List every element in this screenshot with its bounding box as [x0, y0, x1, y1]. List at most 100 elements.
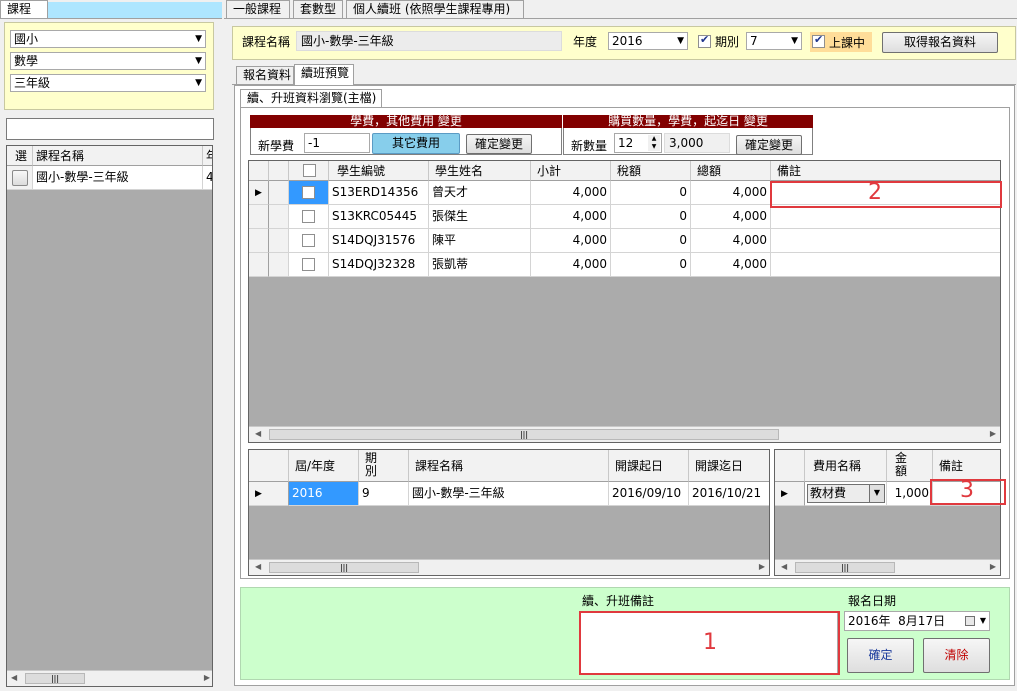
row-blank-cell: [269, 229, 289, 253]
qty-amount-field: 3,000: [664, 133, 730, 153]
tab-course[interactable]: 課程: [0, 0, 48, 18]
tab-section-browse[interactable]: 續、升班資料瀏覽(主檔): [240, 89, 382, 107]
filter-grade-select[interactable]: 三年級 ▼: [10, 74, 206, 92]
scroll-left-icon[interactable]: ◀: [11, 673, 17, 682]
calendar-icon[interactable]: [965, 616, 975, 626]
scroll-right-icon[interactable]: ▶: [759, 562, 765, 571]
row-checkbox[interactable]: [302, 186, 315, 199]
cell-note[interactable]: [771, 205, 1000, 229]
left-grid-hscrollbar[interactable]: ◀ ||| ▶: [7, 670, 212, 686]
cell-note[interactable]: [771, 253, 1000, 277]
row-checkbox[interactable]: [302, 234, 315, 247]
filter-subject-select[interactable]: 數學 ▼: [10, 52, 206, 70]
left-row-extra[interactable]: 4: [203, 166, 212, 190]
cell-period-start[interactable]: 2016/09/10: [609, 482, 689, 506]
current-row-indicator-icon: ▶: [775, 482, 805, 506]
scroll-thumb[interactable]: |||: [269, 562, 419, 573]
scroll-left-icon[interactable]: ◀: [255, 429, 261, 438]
enroll-date-picker[interactable]: 2016年 8月17日 ▼: [844, 611, 990, 631]
cell-subtotal[interactable]: 4,000: [531, 181, 611, 205]
row-select-button[interactable]: [12, 170, 28, 186]
fee-grid-hscrollbar[interactable]: ◀ ||| ▶: [775, 559, 1000, 575]
scroll-thumb[interactable]: |||: [269, 429, 779, 440]
row-checkbox-cell[interactable]: [289, 229, 329, 253]
cell-tax[interactable]: 0: [611, 181, 691, 205]
student-grid-hscrollbar[interactable]: ◀ ||| ▶: [249, 426, 1000, 442]
row-checkbox[interactable]: [302, 258, 315, 271]
row-checkbox[interactable]: [302, 210, 315, 223]
cell-period-period[interactable]: 9: [359, 482, 409, 506]
cell-tax[interactable]: 0: [611, 229, 691, 253]
course-name-label: 課程名稱: [242, 35, 291, 49]
tab-general-course[interactable]: 一般課程: [226, 0, 290, 18]
cell-total[interactable]: 4,000: [691, 229, 771, 253]
cell-period-year[interactable]: 2016: [289, 482, 359, 506]
cell-note[interactable]: [771, 229, 1000, 253]
cell-tax[interactable]: 0: [611, 253, 691, 277]
scroll-left-icon[interactable]: ◀: [781, 562, 787, 571]
clear-button[interactable]: 清除: [923, 638, 990, 673]
cell-student-id[interactable]: S14DQJ31576: [329, 229, 429, 253]
row-checkbox-cell[interactable]: [289, 181, 329, 205]
period-header-period: 期別: [359, 450, 409, 482]
row-checkbox-cell[interactable]: [289, 253, 329, 277]
scroll-right-icon[interactable]: ▶: [990, 429, 996, 438]
row-checkbox-cell[interactable]: [289, 205, 329, 229]
cell-student-id[interactable]: S14DQJ32328: [329, 253, 429, 277]
chevron-down-icon[interactable]: ▼: [980, 612, 986, 630]
cell-subtotal[interactable]: 4,000: [531, 205, 611, 229]
fee-name-select[interactable]: 教材費 ▼: [807, 484, 885, 503]
tab-package[interactable]: 套數型: [293, 0, 343, 18]
cell-fee-amount[interactable]: 1,000: [887, 482, 933, 506]
new-fee-input[interactable]: -1: [304, 133, 370, 153]
cell-subtotal[interactable]: 4,000: [531, 253, 611, 277]
period-select[interactable]: 7 ▼: [746, 32, 802, 50]
cell-student-name[interactable]: 曾天才: [429, 181, 531, 205]
grid-header-student-name: 學生姓名: [429, 161, 531, 181]
grid-header-tax: 稅額: [611, 161, 691, 181]
cell-total[interactable]: 4,000: [691, 205, 771, 229]
period-grid-hscrollbar[interactable]: ◀ ||| ▶: [249, 559, 769, 575]
cell-student-id[interactable]: S13KRC05445: [329, 205, 429, 229]
left-row-select-cell[interactable]: [7, 166, 33, 190]
scroll-right-icon[interactable]: ▶: [204, 673, 210, 682]
other-fee-button[interactable]: 其它費用: [372, 133, 460, 154]
cell-tax[interactable]: 0: [611, 205, 691, 229]
cell-student-name[interactable]: 陳平: [429, 229, 531, 253]
cell-subtotal[interactable]: 4,000: [531, 229, 611, 253]
left-row-name[interactable]: 國小-數學-三年級: [33, 166, 203, 190]
qty-confirm-button[interactable]: 確定變更: [736, 135, 802, 155]
period-checkbox[interactable]: [698, 33, 711, 48]
cell-total[interactable]: 4,000: [691, 253, 771, 277]
select-all-checkbox[interactable]: [303, 164, 316, 177]
grid-header-subtotal: 小計: [531, 161, 611, 181]
cell-student-id[interactable]: S13ERD14356: [329, 181, 429, 205]
grid-header-checkbox-col[interactable]: [289, 161, 329, 181]
confirm-button[interactable]: 確定: [847, 638, 914, 673]
scroll-left-icon[interactable]: ◀: [255, 562, 261, 571]
cell-period-end[interactable]: 2016/10/21: [689, 482, 769, 506]
tab-continue-preview[interactable]: 續班預覽: [294, 64, 354, 85]
cell-total[interactable]: 4,000: [691, 181, 771, 205]
fetch-enrollment-button[interactable]: 取得報名資料: [882, 32, 998, 53]
cell-fee-name[interactable]: 教材費 ▼: [805, 482, 887, 506]
year-select[interactable]: 2016 ▼: [608, 32, 688, 50]
fee-confirm-button[interactable]: 確定變更: [466, 134, 532, 154]
scroll-thumb[interactable]: |||: [25, 673, 85, 684]
cell-student-name[interactable]: 張傑生: [429, 205, 531, 229]
filter-subject-value: 數學: [14, 54, 39, 68]
row-header: [249, 229, 269, 253]
new-qty-stepper[interactable]: 12 ▲ ▼: [614, 133, 662, 153]
stepper-arrows-icon[interactable]: ▲ ▼: [648, 135, 660, 151]
in-class-checkbox[interactable]: [812, 33, 825, 48]
scroll-thumb[interactable]: |||: [795, 562, 895, 573]
tab-enrollment-data[interactable]: 報名資料: [236, 66, 294, 84]
cell-period-course[interactable]: 國小-數學-三年級: [409, 482, 609, 506]
left-search-input[interactable]: [6, 118, 214, 140]
tab-individual-continue[interactable]: 個人續班 (依照學生課程專用): [346, 0, 524, 18]
row-blank-cell: [269, 205, 289, 229]
scroll-right-icon[interactable]: ▶: [990, 562, 996, 571]
filter-level-select[interactable]: 國小 ▼: [10, 30, 206, 48]
cell-student-name[interactable]: 張凱蒂: [429, 253, 531, 277]
new-qty-value: 12: [618, 136, 634, 150]
